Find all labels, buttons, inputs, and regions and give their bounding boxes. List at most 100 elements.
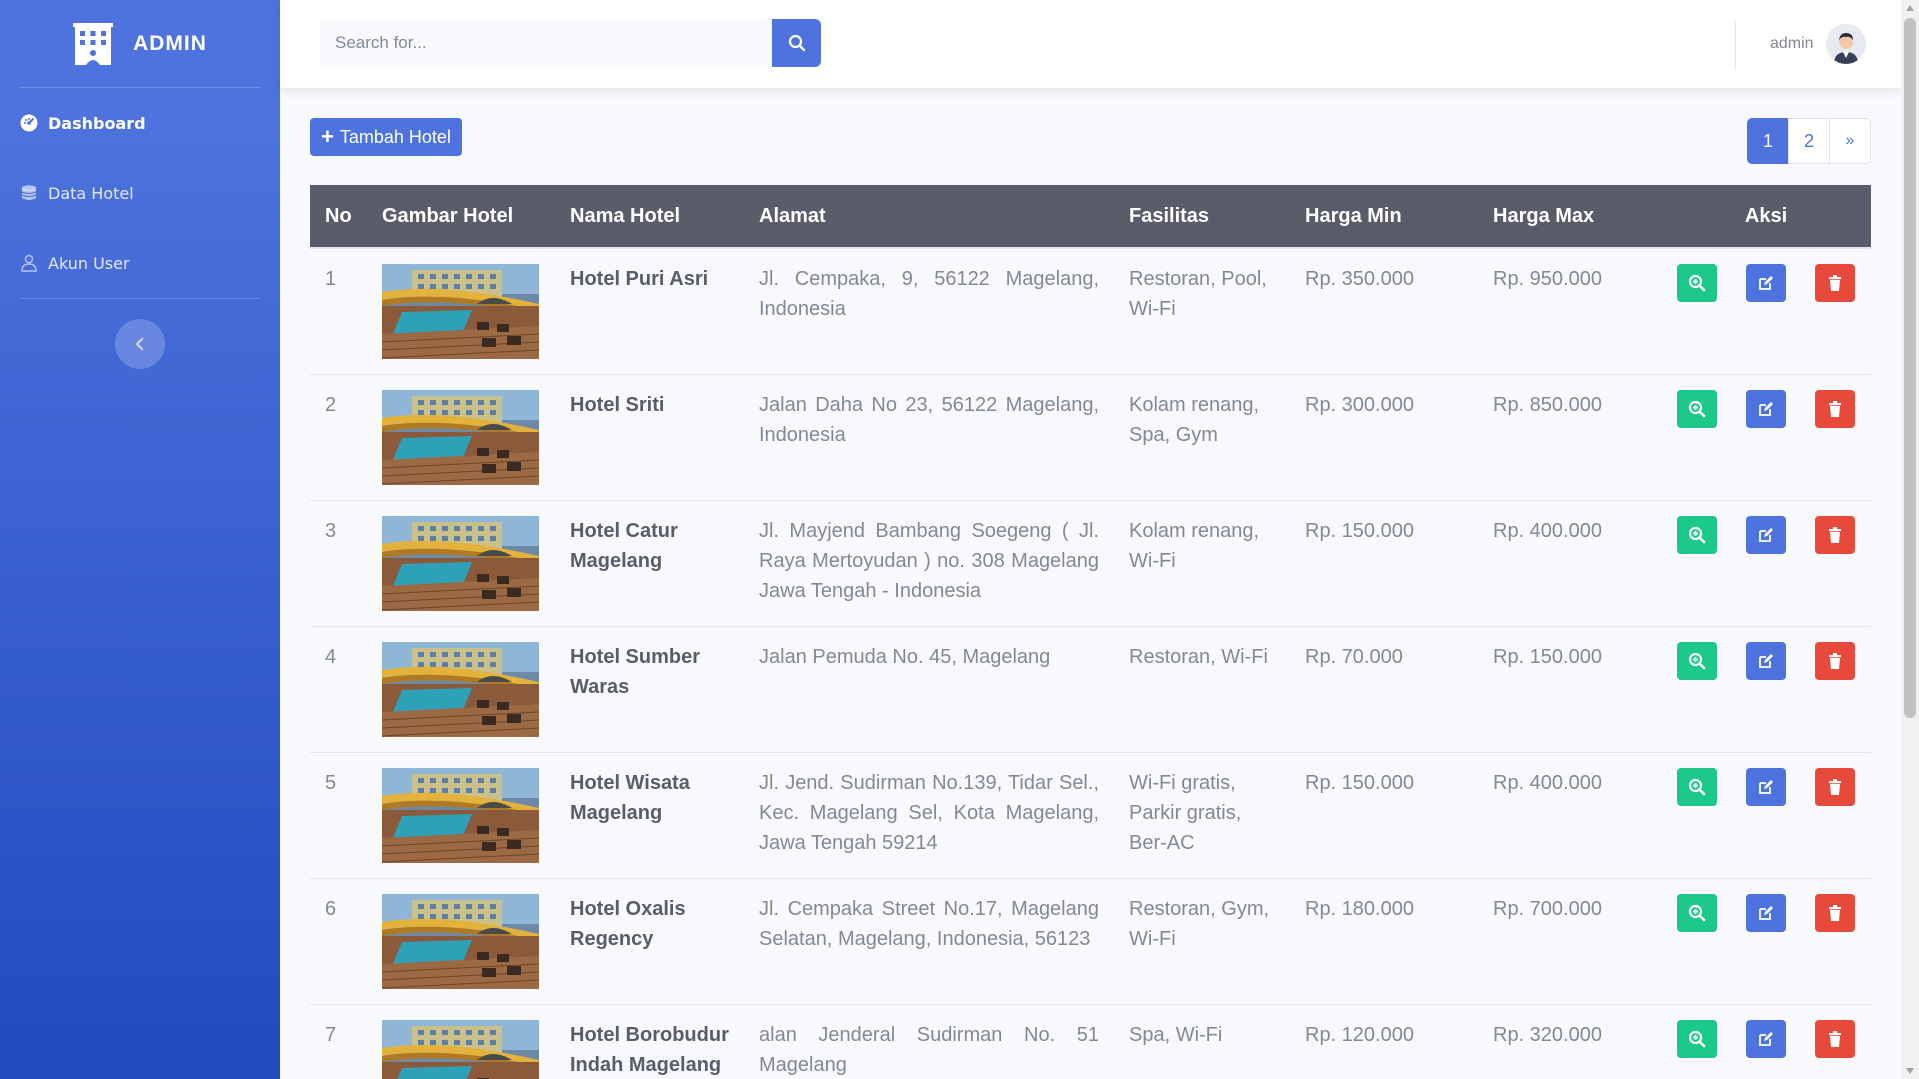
delete-button[interactable] [1815,642,1855,680]
search-input[interactable] [320,19,772,67]
cell-address: alan Jenderal Sudirman No. 51 Magelang [744,1004,1114,1079]
hotel-thumbnail [382,642,539,737]
user-dropdown[interactable]: admin [1770,24,1866,64]
view-button[interactable] [1677,1020,1717,1058]
table-header-row: No Gambar Hotel Nama Hotel Alamat Fasili… [310,185,1871,249]
row-actions [1676,264,1856,302]
hotel-icon [73,22,114,65]
cell-price-min: Rp. 150.000 [1290,500,1478,627]
hotel-thumbnail [382,516,539,611]
table-row: 5 Hotel Wisata Magelang Jl. Jend. Sudirm… [310,752,1871,879]
cell-facilities: Wi-Fi gratis, Parkir gratis, Ber-AC [1114,752,1290,879]
add-hotel-label: Tambah Hotel [339,126,451,147]
hotel-thumbnail [382,1020,539,1079]
plus-icon: + [321,124,334,149]
header-gambar: Gambar Hotel [367,185,555,249]
edit-icon [1759,906,1773,920]
delete-button[interactable] [1815,264,1855,302]
edit-button[interactable] [1746,390,1786,428]
sidebar-brand[interactable]: ADMIN [0,0,280,87]
cell-facilities: Kolam renang, Wi-Fi [1114,500,1290,627]
sidebar-item-dashboard[interactable]: Dashboard [0,88,280,158]
cell-address: Jl. Cempaka Street No.17, Magelang Selat… [744,878,1114,1005]
cell-price-max: Rp. 320.000 [1478,1004,1661,1079]
table-row: 3 Hotel Catur Magelang Jl. Mayjend Bamba… [310,500,1871,627]
cell-actions [1661,1004,1871,1079]
cell-facilities: Restoran, Wi-Fi [1114,626,1290,753]
scrollbar-thumb[interactable] [1904,18,1916,718]
cell-no: 6 [310,878,367,1005]
cell-price-max: Rp. 400.000 [1478,500,1661,627]
add-hotel-button[interactable]: + Tambah Hotel [310,118,462,156]
cell-image [367,626,555,753]
view-button[interactable] [1677,894,1717,932]
cell-actions [1661,247,1871,375]
hotel-thumbnail [382,264,539,359]
cell-actions [1661,752,1871,879]
edit-button[interactable] [1746,642,1786,680]
page-2[interactable]: 2 [1788,118,1830,164]
view-button[interactable] [1677,390,1717,428]
delete-button[interactable] [1815,516,1855,554]
view-button[interactable] [1677,264,1717,302]
edit-button[interactable] [1746,894,1786,932]
cell-name: Hotel Wisata Magelang [555,752,744,879]
cell-no: 3 [310,500,367,627]
topbar-divider [1735,20,1736,70]
sidebar-divider [20,298,260,299]
view-button[interactable] [1677,642,1717,680]
search-group [320,19,821,67]
delete-button[interactable] [1815,768,1855,806]
delete-button[interactable] [1815,390,1855,428]
sidebar-toggle-button[interactable] [115,319,165,369]
delete-button[interactable] [1815,1020,1855,1058]
edit-button[interactable] [1746,768,1786,806]
cell-price-min: Rp. 300.000 [1290,374,1478,501]
edit-button[interactable] [1746,1020,1786,1058]
search-plus-icon [1688,652,1706,670]
scroll-up-icon[interactable] [1906,5,1914,11]
cell-name: Hotel Sriti [555,374,744,501]
hotel-image [382,264,539,359]
view-button[interactable] [1677,768,1717,806]
edit-button[interactable] [1746,264,1786,302]
search-button[interactable] [772,19,821,67]
trash-icon [1829,779,1841,795]
view-button[interactable] [1677,516,1717,554]
cell-price-min: Rp. 150.000 [1290,752,1478,879]
edit-icon [1759,402,1773,416]
cell-price-max: Rp. 850.000 [1478,374,1661,501]
cell-price-max: Rp. 400.000 [1478,752,1661,879]
header-nama: Nama Hotel [555,185,744,249]
edit-button[interactable] [1746,516,1786,554]
search-plus-icon [1688,778,1706,796]
page-1[interactable]: 1 [1747,118,1789,164]
cell-address: Jalan Pemuda No. 45, Magelang [744,626,1114,753]
edit-icon [1759,528,1773,542]
cell-no: 7 [310,1004,367,1079]
sidebar-item-data-hotel[interactable]: Data Hotel [0,158,280,228]
delete-button[interactable] [1815,894,1855,932]
edit-icon [1759,654,1773,668]
table-row: 2 Hotel Sriti Jalan Daha No 23, 56122 Ma… [310,374,1871,501]
sidebar-item-label: Akun User [48,253,130,273]
page-next[interactable]: » [1829,118,1871,164]
trash-icon [1829,527,1841,543]
topbar: admin [280,0,1901,88]
cell-price-max: Rp. 950.000 [1478,247,1661,375]
scroll-down-icon[interactable] [1906,1068,1914,1074]
user-icon [21,254,37,272]
page-scrollbar[interactable] [1901,0,1919,1079]
table-row: 1 Hotel Puri Asri Jl. Cempaka, 9, 56122 … [310,247,1871,375]
sidebar-item-label: Dashboard [48,113,146,133]
edit-icon [1759,1032,1773,1046]
chevron-left-icon [136,338,143,350]
header-no: No [310,185,367,249]
search-plus-icon [1688,1030,1706,1048]
user-name: admin [1770,35,1814,52]
sidebar-item-akun-user[interactable]: Akun User [0,228,280,298]
hotel-image [382,390,539,485]
table-row: 4 Hotel Sumber Waras Jalan Pemuda No. 45… [310,626,1871,753]
edit-icon [1759,780,1773,794]
row-actions [1676,894,1856,932]
